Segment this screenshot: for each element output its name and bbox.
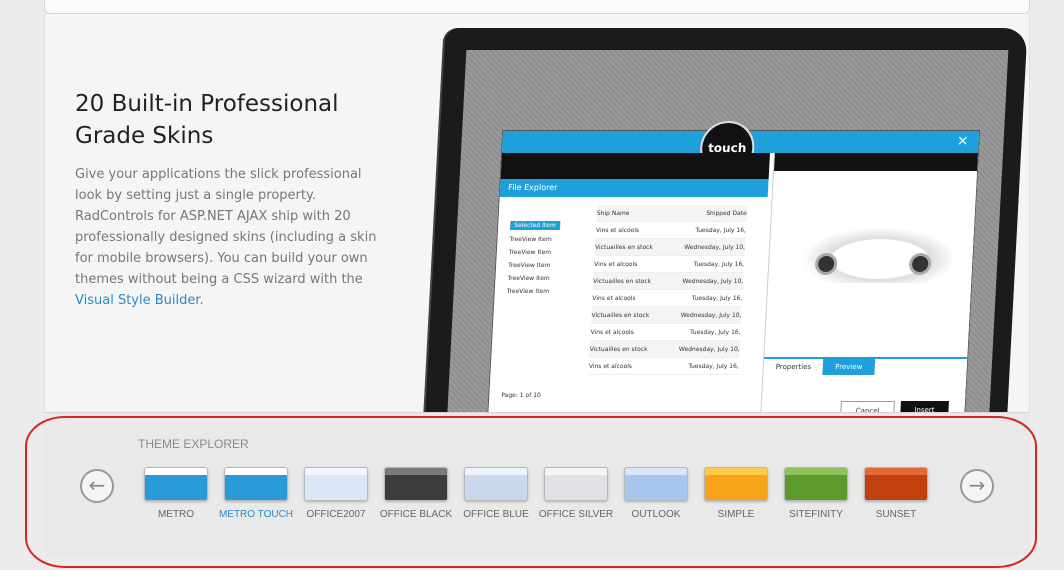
table-cell: Tuesday, July 16, (693, 261, 745, 268)
feature-description-text: Give your applications the slick profess… (75, 167, 377, 287)
table-row: Vins et alcools Tuesday, July 16, (588, 358, 740, 375)
grid-header-cell: Shipped Date (705, 210, 747, 217)
table-row: Vins et alcools Tuesday, July 16, (590, 324, 742, 341)
arrow-right-icon: → (968, 473, 986, 497)
skin-item[interactable]: OFFICE SILVER (539, 467, 613, 520)
grid-pager: Page: 1 of 10 (501, 392, 541, 399)
tree-item: TreeView Item (507, 262, 551, 269)
monitor-image: × touch File Explorer Selected Item Tree… (423, 28, 1028, 412)
skin-label: SUNSET (875, 509, 917, 520)
table-cell: Tuesday, July 16, (688, 363, 739, 370)
table-row: Victuailles en stock Wednesday, July 10, (591, 307, 742, 324)
file-explorer-body: Selected Item TreeView Item TreeView Ite… (495, 205, 755, 405)
skin-item[interactable]: METRO (144, 467, 208, 520)
tree-view: Selected Item TreeView Item TreeView Ite… (501, 215, 595, 295)
tab-properties: Properties (775, 363, 812, 371)
pager-label: Page: (501, 392, 519, 399)
pager-value: 1 (519, 392, 524, 399)
skin-swatch (704, 467, 768, 501)
visual-style-builder-link[interactable]: Visual Style Builder (75, 293, 200, 308)
table-cell: Vins et alcools (593, 261, 638, 268)
skin-item[interactable]: SIMPLE (704, 467, 768, 520)
skin-swatch (304, 467, 368, 501)
skin-swatch (464, 467, 528, 501)
data-grid: Ship Name Shipped Date Vins et alcools Tu… (588, 205, 748, 375)
table-row: Vins et alcools Tuesday, July 16, (593, 256, 745, 273)
table-row: Vins et alcools Tuesday, July 16, (595, 222, 747, 239)
tree-item: TreeView Item (508, 249, 552, 256)
table-row: Victuailles en stock Wednesday, July 10, (594, 239, 746, 256)
skin-list: METRO METRO TOUCH OFFICE2007 OFFICE BLACK OF… (144, 467, 944, 527)
skin-item[interactable]: OFFICE BLUE (463, 467, 529, 520)
table-cell: Victuailles en stock (593, 278, 652, 285)
tab-preview: Preview (822, 359, 875, 375)
next-arrow-button[interactable]: → (960, 469, 994, 503)
preview-tabs: Properties Preview (763, 357, 968, 375)
skin-item[interactable]: OFFICE2007 (304, 467, 368, 520)
pager-total: of 10 (525, 392, 542, 399)
tree-item: Selected Item (509, 221, 560, 230)
table-cell: Wednesday, July 10, (680, 312, 742, 319)
tree-item: TreeView Item (506, 288, 550, 295)
table-cell: Tuesday, July 16, (691, 295, 743, 302)
skin-item[interactable]: OUTLOOK (624, 467, 688, 520)
tree-item: TreeView Item (507, 275, 550, 282)
skin-swatch (544, 467, 608, 501)
close-icon: × (956, 133, 970, 149)
car-image (790, 223, 954, 283)
skin-swatch (784, 467, 848, 501)
table-cell: Vins et alcools (590, 329, 634, 336)
monitor-screen-frame: × touch File Explorer Selected Item Tree… (445, 50, 1009, 412)
feature-section: 20 Built-in Professional Grade Skins Giv… (44, 14, 1030, 412)
skin-swatch (384, 467, 448, 501)
skin-item[interactable]: OFFICE BLACK (380, 467, 452, 520)
skin-preview-screen: × touch File Explorer Selected Item Tree… (486, 121, 981, 412)
arrow-left-icon: ← (88, 473, 106, 497)
grid-header: Ship Name Shipped Date (596, 205, 748, 222)
tree-item: TreeView Item (509, 236, 552, 243)
table-row: Vins et alcools Tuesday, July 16, (591, 290, 743, 307)
table-cell: Wednesday, July 10, (678, 346, 740, 353)
cancel-button: Cancel (840, 401, 895, 412)
grid-header-cell: Ship Name (596, 210, 630, 217)
theme-explorer-label: THEME EXPLORER (138, 437, 249, 451)
table-cell: Vins et alcools (592, 295, 636, 302)
file-explorer-title: File Explorer (499, 179, 769, 197)
top-card (44, 0, 1030, 14)
table-cell: Wednesday, July 10, (682, 278, 744, 285)
preview-toolbar (774, 153, 978, 171)
table-cell: Vins et alcools (595, 227, 640, 234)
skin-swatch (864, 467, 928, 501)
table-cell: Victuailles en stock (594, 244, 654, 251)
skin-item[interactable]: SITEFINITY (784, 467, 848, 520)
table-cell: Vins et alcools (588, 363, 633, 370)
table-cell: Victuailles en stock (591, 312, 650, 319)
previous-arrow-button[interactable]: ← (80, 469, 114, 503)
skin-swatch (624, 467, 688, 501)
feature-title: 20 Built-in Professional Grade Skins (75, 91, 339, 149)
file-explorer-toolbar (500, 153, 770, 179)
skin-item[interactable]: SUNSET (864, 467, 928, 520)
table-cell: Wednesday, July 10, (684, 244, 746, 251)
theme-explorer: THEME EXPLORER ← METRO METRO TOUCH OFFICE2… (44, 412, 1030, 558)
table-cell: Tuesday, July 16, (689, 329, 741, 336)
preview-pane: Properties Preview Cancel Insert (759, 153, 978, 412)
feature-description-end: . (199, 293, 204, 308)
table-row: Victuailles en stock Wednesday, July 10, (592, 273, 744, 290)
table-cell: Tuesday, July 16, (695, 227, 747, 234)
table-cell: Victuailles en stock (589, 346, 648, 353)
skin-swatch (144, 467, 208, 501)
skin-item[interactable]: METRO TOUCH (219, 467, 293, 520)
insert-button: Insert (899, 401, 949, 412)
skin-swatch (224, 467, 288, 501)
feature-description: Give your applications the slick profess… (75, 164, 385, 311)
table-row: Victuailles en stock Wednesday, July 10, (589, 341, 741, 358)
